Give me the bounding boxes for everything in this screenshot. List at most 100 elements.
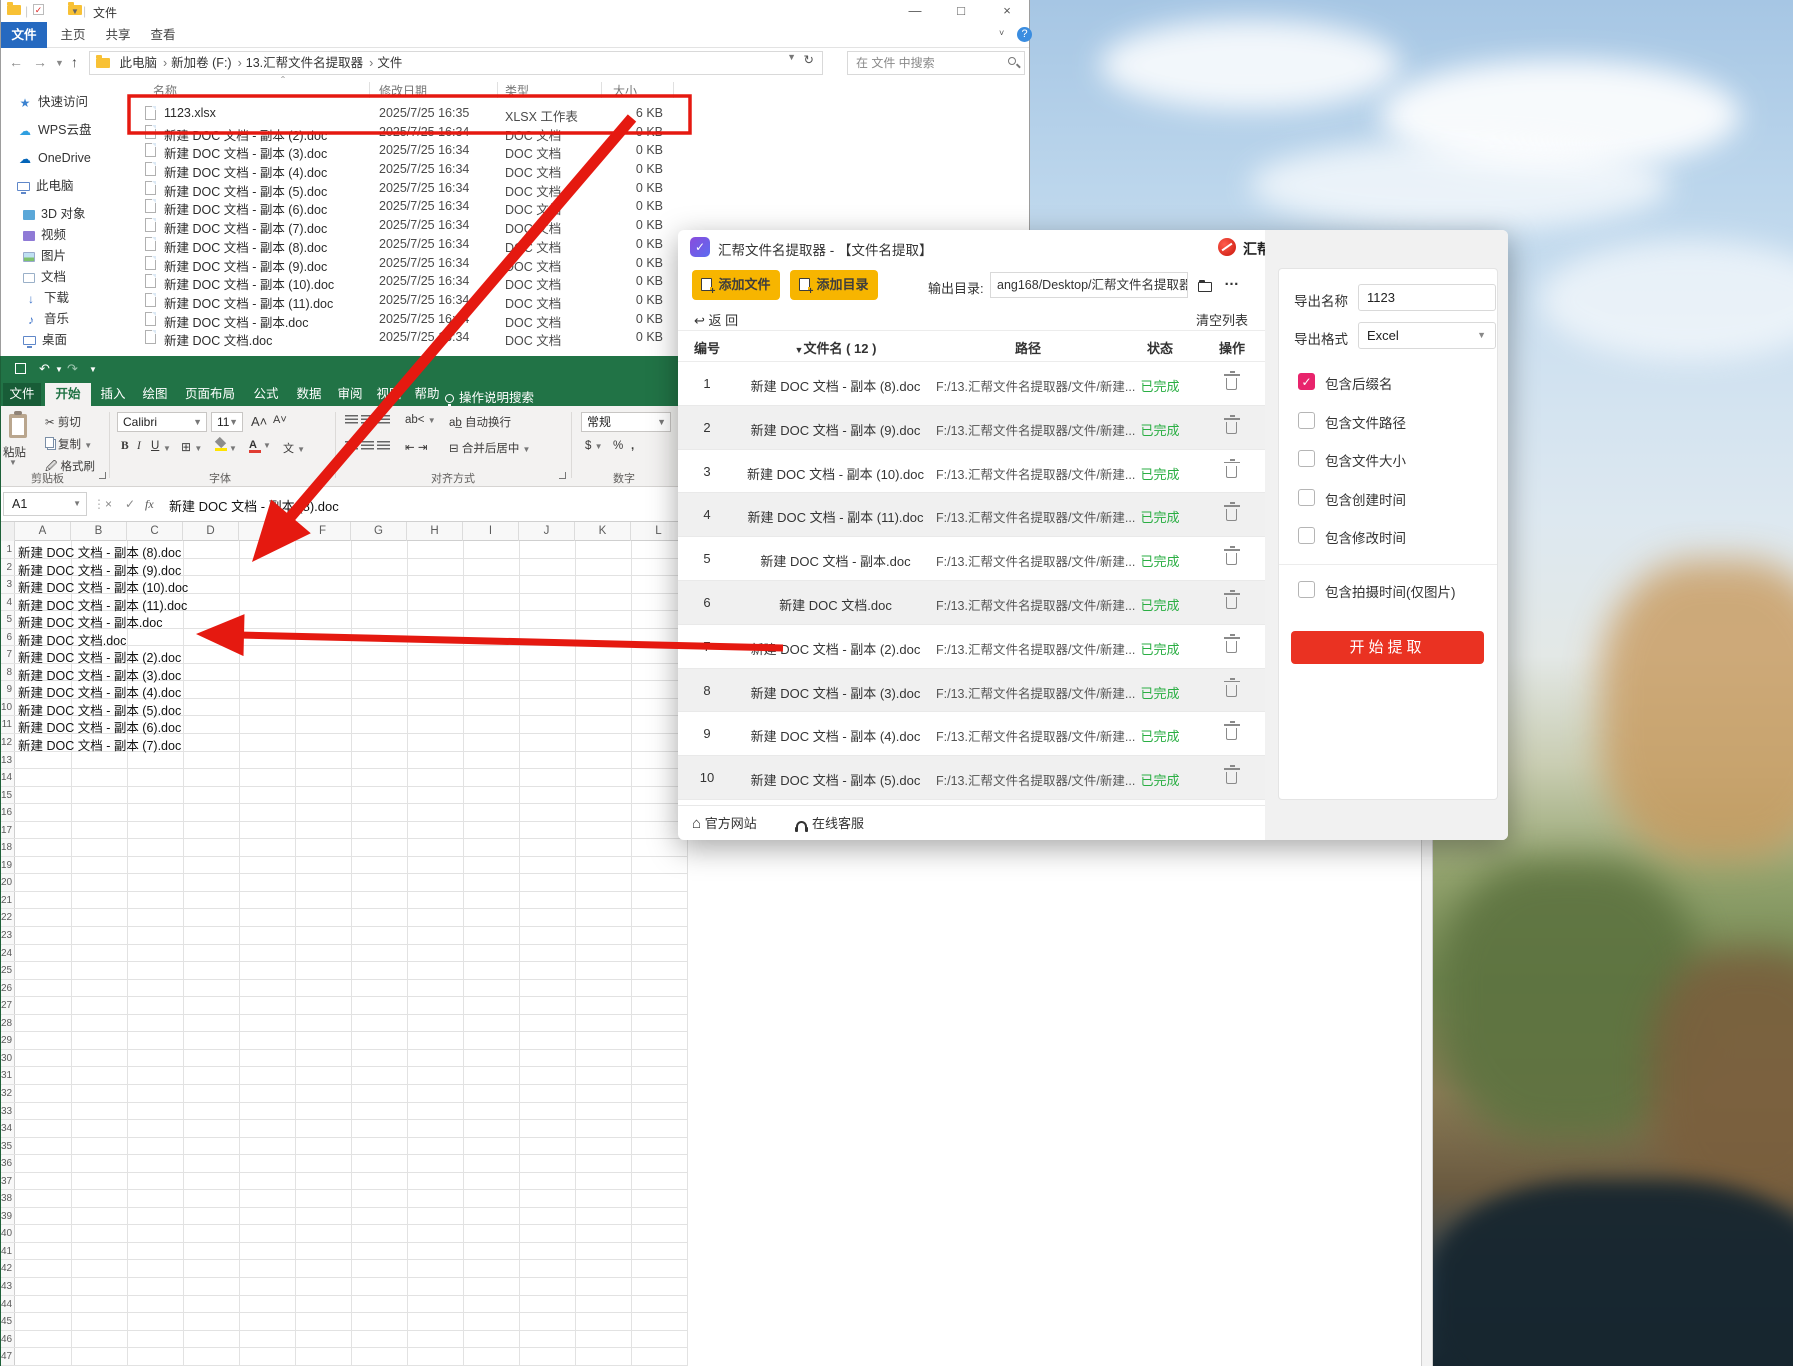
row-number[interactable]: 25 [1, 962, 15, 979]
properties-icon[interactable]: ✓ [33, 4, 44, 15]
explorer-menu-tab[interactable]: 文件 [1, 22, 47, 48]
file-row[interactable]: 新建 DOC 文档 - 副本.doc2025/7/25 16:34DOC 文档0… [141, 310, 741, 329]
file-row[interactable]: 新建 DOC 文档 - 副本 (5).doc2025/7/25 16:34DOC… [141, 179, 741, 198]
row-number[interactable]: 7 [1, 646, 15, 663]
sidebar-item[interactable]: ☁WPS云盘 [1, 120, 141, 140]
delete-row-icon[interactable] [1226, 466, 1237, 478]
option-checkbox[interactable] [1298, 581, 1315, 598]
formula-content[interactable]: 新建 DOC 文档 - 副本 (8).doc [169, 496, 339, 515]
column-header-B[interactable]: B [71, 522, 127, 541]
tell-me-search[interactable]: 操作说明搜索 [445, 387, 534, 406]
online-support-link[interactable]: 在线客服 [796, 806, 864, 841]
search-input[interactable]: 在 文件 中搜索 [847, 51, 1025, 75]
sidebar-item[interactable]: 桌面 [1, 330, 141, 350]
row-number[interactable]: 2 [1, 559, 15, 576]
excel-ribbon-tab[interactable]: 文件 [3, 383, 41, 406]
row-number[interactable]: 15 [1, 787, 15, 804]
close-button[interactable]: × [985, 0, 1029, 22]
redo-icon[interactable]: ↷ [67, 361, 78, 377]
file-row[interactable]: 新建 DOC 文档 - 副本 (8).doc2025/7/25 16:34DOC… [141, 235, 741, 254]
more-options-icon[interactable]: … [1224, 272, 1240, 289]
alignment-dialog-launcher[interactable] [559, 472, 566, 479]
export-option[interactable]: 包含文件大小 [1279, 450, 1497, 488]
header-filename[interactable]: ▼文件名 ( 12 ) [738, 338, 933, 357]
italic-button[interactable]: I [137, 440, 141, 452]
column-header-E[interactable]: E [239, 522, 295, 541]
shrink-font-icon[interactable]: A˅ [273, 414, 287, 426]
excel-ribbon-tab[interactable]: 绘图 [135, 383, 175, 406]
row-number[interactable]: 45 [1, 1313, 15, 1330]
extract-row[interactable]: 3新建 DOC 文档 - 副本 (10).docF:/13.汇帮文件名提取器/文… [678, 450, 1265, 494]
column-header-F[interactable]: F [295, 522, 351, 541]
file-row[interactable]: 新建 DOC 文档 - 副本 (11).doc2025/7/25 16:34DO… [141, 291, 741, 310]
breadcrumb[interactable]: 此电脑›新加卷 (F:)›13.汇帮文件名提取器›文件› ▼ ↻ [89, 51, 823, 75]
horizontal-align-buttons[interactable] [345, 440, 393, 452]
extract-row[interactable]: 8新建 DOC 文档 - 副本 (3).docF:/13.汇帮文件名提取器/文件… [678, 669, 1265, 713]
sidebar-item[interactable]: 此电脑 [1, 176, 141, 196]
extract-row[interactable]: 4新建 DOC 文档 - 副本 (11).docF:/13.汇帮文件名提取器/文… [678, 493, 1265, 537]
row-number[interactable]: 23 [1, 927, 15, 944]
delete-row-icon[interactable] [1226, 772, 1237, 784]
delete-row-icon[interactable] [1226, 597, 1237, 609]
row-number[interactable]: 6 [1, 629, 15, 646]
fill-color-button[interactable]: ▼ [215, 439, 237, 454]
file-row[interactable]: 新建 DOC 文档 - 副本 (9).doc2025/7/25 16:34DOC… [141, 254, 741, 273]
start-extract-button[interactable]: 开始提取 [1291, 631, 1484, 664]
export-option[interactable]: 包含文件路径 [1279, 412, 1497, 450]
row-number[interactable]: 10 [1, 699, 15, 716]
excel-grid[interactable]: 1新建 DOC 文档 - 副本 (8).doc2新建 DOC 文档 - 副本 (… [1, 541, 688, 1366]
back-icon[interactable]: ← [9, 54, 23, 70]
insert-function-icon[interactable]: fx [145, 497, 154, 512]
extract-row[interactable]: 10新建 DOC 文档 - 副本 (5).docF:/13.汇帮文件名提取器/文… [678, 756, 1265, 800]
excel-ribbon-tab[interactable]: 开始 [45, 383, 91, 406]
row-number[interactable]: 13 [1, 752, 15, 769]
explorer-menu-tab[interactable]: 主页 [53, 22, 93, 48]
option-checkbox[interactable] [1298, 489, 1315, 506]
comma-style-button[interactable]: , [631, 440, 634, 452]
breadcrumb-item[interactable]: 文件› [377, 52, 402, 74]
qat-dropdown-icon[interactable]: ▼ [71, 7, 79, 16]
file-row[interactable]: 1123.xlsx2025/7/25 16:35XLSX 工作表6 KB [141, 104, 741, 123]
back-button[interactable]: ↩ 返 回 [694, 310, 738, 329]
breadcrumb-item[interactable]: 新加卷 (F:)› [171, 52, 242, 74]
extract-row[interactable]: 9新建 DOC 文档 - 副本 (4).docF:/13.汇帮文件名提取器/文件… [678, 712, 1265, 756]
option-checkbox[interactable] [1298, 450, 1315, 467]
underline-dropdown-icon[interactable]: ▼ [163, 444, 171, 453]
undo-dropdown-icon[interactable]: ▼ [55, 365, 63, 374]
export-option[interactable]: 包含修改时间 [1279, 527, 1497, 565]
delete-row-icon[interactable] [1226, 509, 1237, 521]
output-dir-input[interactable]: ang168/Desktop/汇帮文件名提取器 [990, 272, 1188, 298]
confirm-entry-icon[interactable]: ✓ [125, 497, 135, 511]
up-icon[interactable]: ↑ [71, 54, 78, 70]
collapse-ribbon-icon[interactable]: ˅ [999, 28, 1004, 38]
row-number[interactable]: 42 [1, 1260, 15, 1277]
export-format-select[interactable]: Excel▼ [1358, 322, 1496, 349]
row-number[interactable]: 46 [1, 1331, 15, 1348]
extract-row[interactable]: 1新建 DOC 文档 - 副本 (8).docF:/13.汇帮文件名提取器/文件… [678, 362, 1265, 406]
clipboard-dialog-launcher[interactable] [99, 472, 106, 479]
font-size-select[interactable]: 11▼ [211, 412, 243, 432]
column-header-G[interactable]: G [351, 522, 407, 541]
row-number[interactable]: 43 [1, 1278, 15, 1295]
copy-button[interactable]: 复制 ▼ [45, 436, 92, 452]
row-number[interactable]: 24 [1, 945, 15, 962]
phonetic-button[interactable]: 文 ▼ [283, 440, 305, 456]
delete-row-icon[interactable] [1226, 553, 1237, 565]
excel-ribbon-tab[interactable]: 数据 [289, 383, 329, 406]
extract-row[interactable]: 7新建 DOC 文档 - 副本 (2).docF:/13.汇帮文件名提取器/文件… [678, 625, 1265, 669]
option-checkbox[interactable] [1298, 412, 1315, 429]
row-number[interactable]: 39 [1, 1208, 15, 1225]
column-name[interactable]: 名称 [153, 82, 177, 99]
row-number[interactable]: 11 [1, 716, 15, 733]
row-number[interactable]: 36 [1, 1155, 15, 1172]
column-header-D[interactable]: D [183, 522, 239, 541]
breadcrumb-item[interactable]: 此电脑› [119, 52, 167, 74]
row-number[interactable]: 32 [1, 1085, 15, 1102]
row-number[interactable]: 26 [1, 980, 15, 997]
indent-buttons[interactable]: ⇤ ⇥ [405, 440, 427, 454]
row-number[interactable]: 28 [1, 1015, 15, 1032]
column-header-A[interactable]: A [15, 522, 71, 541]
qat-customize-icon[interactable]: ▼ [89, 365, 97, 374]
grow-font-icon[interactable]: A˄ [251, 414, 267, 429]
orientation-button[interactable]: ab˂ ▼ [405, 414, 436, 426]
